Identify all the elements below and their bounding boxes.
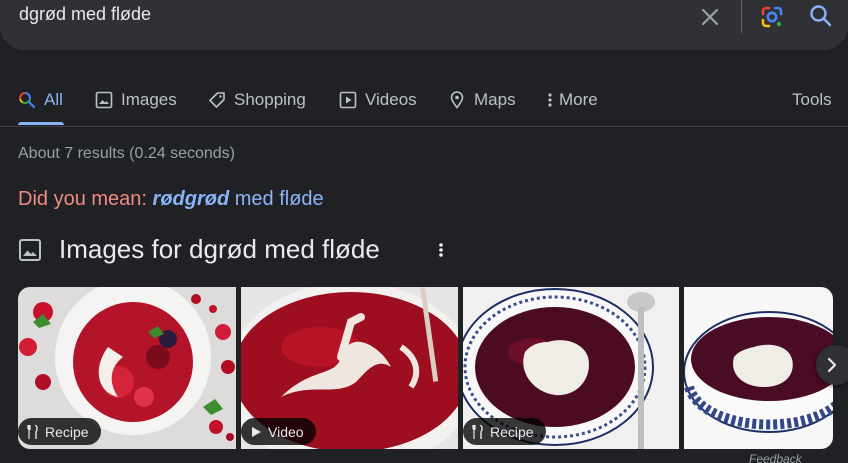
image-icon xyxy=(19,238,41,261)
tab-label: Videos xyxy=(365,90,417,109)
did-you-mean: Did you mean: rødgrød med fløde xyxy=(18,188,324,211)
search-input[interactable]: dgrød med fløde xyxy=(19,4,151,25)
tab-images[interactable]: Images xyxy=(95,88,177,112)
more-vert-icon[interactable] xyxy=(433,240,449,260)
badge-label: Video xyxy=(268,423,304,440)
image-result[interactable] xyxy=(684,287,833,449)
play-icon xyxy=(252,426,261,437)
recipe-badge: Recipe xyxy=(463,418,546,445)
tools-label: Tools xyxy=(792,90,832,109)
map-pin-icon xyxy=(450,91,464,109)
fork-knife-icon xyxy=(472,424,483,439)
more-vert-icon xyxy=(548,93,552,107)
play-box-icon xyxy=(339,91,357,109)
search-multicolor-icon xyxy=(19,92,36,109)
tab-label: Shopping xyxy=(234,90,306,109)
badge-label: Recipe xyxy=(490,423,534,440)
suggestion-bold: rødgrød xyxy=(152,188,230,210)
tab-videos[interactable]: Videos xyxy=(339,88,417,112)
search-icon[interactable] xyxy=(808,3,834,29)
tab-maps[interactable]: Maps xyxy=(448,88,516,112)
image-result[interactable]: Video xyxy=(241,287,458,449)
tag-icon xyxy=(209,92,225,108)
tab-label: Maps xyxy=(474,90,516,109)
tools-button[interactable]: Tools xyxy=(792,88,832,112)
dessert-bowl-photo xyxy=(684,287,833,449)
image-carousel: Recipe Video Recipe xyxy=(18,287,848,449)
images-section-header: Images for dgrød med fløde xyxy=(18,234,380,265)
feedback-link[interactable]: Feedback xyxy=(749,452,802,463)
tab-all[interactable]: All xyxy=(18,88,63,112)
image-result[interactable]: Recipe xyxy=(18,287,236,449)
did-you-mean-label: Did you mean: xyxy=(18,188,147,210)
did-you-mean-link[interactable]: rødgrød med fløde xyxy=(153,188,324,210)
search-bar-divider xyxy=(741,0,742,33)
tab-label: All xyxy=(44,90,63,109)
badge-label: Recipe xyxy=(45,423,89,440)
image-icon xyxy=(95,91,113,109)
suggestion-rest: med fløde xyxy=(234,188,324,210)
images-section-title[interactable]: Images for dgrød med fløde xyxy=(59,234,380,265)
google-lens-icon[interactable] xyxy=(759,4,785,30)
tabs-divider xyxy=(0,126,848,127)
tab-shopping[interactable]: Shopping xyxy=(208,88,306,112)
tab-more[interactable]: More xyxy=(545,88,598,112)
carousel-next-button[interactable] xyxy=(816,345,848,385)
fork-knife-icon xyxy=(27,424,38,439)
recipe-badge: Recipe xyxy=(18,418,101,445)
active-tab-indicator xyxy=(18,122,64,125)
tab-label: Images xyxy=(121,90,177,109)
chevron-right-icon xyxy=(827,357,837,373)
close-icon[interactable] xyxy=(698,5,722,29)
search-bar: dgrød med fløde xyxy=(0,0,848,50)
result-stats: About 7 results (0.24 seconds) xyxy=(18,145,236,162)
image-result[interactable]: Recipe xyxy=(463,287,679,449)
tab-label: More xyxy=(559,90,598,109)
search-tabs: All Images Shopping Videos Maps More Too… xyxy=(0,80,848,126)
video-badge: Video xyxy=(241,418,316,445)
